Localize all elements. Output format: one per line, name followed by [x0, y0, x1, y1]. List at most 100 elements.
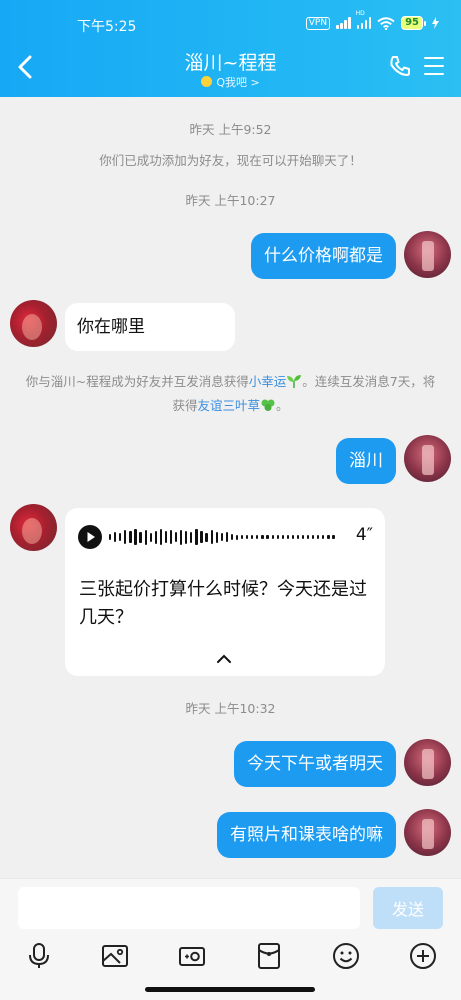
battery-icon: 95: [401, 16, 426, 30]
chat-toolbar: [0, 941, 461, 977]
waveform-bar: [164, 531, 168, 543]
status-bar: 下午5:25 VPN HD 95: [0, 10, 461, 38]
waveform-bar: [139, 531, 142, 543]
voice-duration: 4″: [355, 525, 373, 545]
waveform-bar: [225, 532, 228, 542]
waveform-bar: [307, 535, 310, 539]
plus-icon[interactable]: [408, 941, 438, 971]
phone-icon[interactable]: [388, 54, 412, 78]
battery-level: 95: [401, 16, 423, 30]
home-indicator: [145, 987, 315, 992]
menu-icon[interactable]: [424, 57, 444, 76]
charging-icon: [432, 17, 439, 29]
signal-hd-icon: HD: [356, 10, 372, 29]
message-bubble-outgoing[interactable]: 今天下午或者明天: [234, 741, 396, 787]
waveform-bar: [256, 535, 259, 539]
voice-message[interactable]: 4″ 三张起价打算什么时候？今天还是过几天？: [65, 508, 385, 676]
avatar[interactable]: [10, 504, 57, 551]
waveform-bar: [327, 535, 330, 539]
waveform-bar: [276, 535, 279, 539]
system-notice: 你们已成功添加为好友，现在可以开始聊天了！: [99, 153, 362, 168]
waveform-bar: [195, 529, 198, 545]
timestamp: 昨天 上午9:52: [189, 122, 272, 137]
waveform-bar: [129, 531, 132, 543]
waveform-bar: [266, 535, 269, 539]
waveform-bar: [185, 530, 188, 544]
smile-icon: [201, 76, 213, 87]
input-area: 发送: [0, 878, 461, 1000]
waveform-bar: [149, 532, 152, 542]
play-icon[interactable]: [78, 525, 102, 549]
lucky-link[interactable]: 小幸运: [249, 374, 287, 389]
emoji-icon[interactable]: [331, 941, 361, 971]
notice-text: 。: [276, 398, 289, 413]
waveform-bar: [291, 535, 294, 539]
wifi-icon: [377, 16, 395, 30]
waveform-bar: [205, 532, 208, 542]
waveform-bar: [235, 534, 239, 540]
waveform-bar: [271, 535, 274, 539]
waveform-bar: [124, 530, 127, 544]
waveform-bar: [200, 531, 203, 543]
avatar[interactable]: [10, 300, 57, 347]
waveform-bar: [251, 535, 254, 539]
vpn-icon: VPN: [305, 16, 331, 30]
signal-icon: [336, 17, 351, 29]
message-bubble-incoming[interactable]: 你在哪里: [65, 303, 235, 351]
message-input[interactable]: [18, 887, 360, 929]
chevron-up-icon[interactable]: [215, 653, 233, 665]
waveform-bar: [220, 533, 223, 541]
message-bubble-outgoing[interactable]: 什么价格啊都是: [251, 233, 396, 279]
clover-link[interactable]: 友谊三叶草: [197, 398, 260, 413]
waveform-bar: [159, 529, 162, 545]
message-text: 你在哪里: [77, 317, 145, 337]
subtitle-text: Q我吧 >: [216, 76, 260, 89]
waveform-bar: [119, 533, 122, 541]
hd-label: HD: [355, 10, 365, 17]
timestamp: 昨天 上午10:27: [185, 193, 276, 208]
waveform-bar: [175, 532, 178, 542]
voice-transcript: 三张起价打算什么时候？今天还是过几天？: [79, 579, 367, 628]
waveform-bar: [154, 530, 157, 544]
clover-icon: [261, 399, 275, 411]
friendship-notice: 你与淄川~程程成为好友并互发消息获得小幸运 。连续互发消息7天，将获得友谊三叶草…: [24, 370, 437, 418]
message-bubble-outgoing[interactable]: 淄川: [336, 438, 396, 484]
waveform-bar: [312, 535, 315, 539]
notice-text: 你与淄川~程程成为好友并互发消息获得: [25, 374, 249, 389]
waveform-bar: [286, 535, 289, 539]
avatar[interactable]: [404, 809, 451, 856]
send-button[interactable]: 发送: [373, 887, 443, 929]
avatar[interactable]: [404, 231, 451, 278]
voice-waveform: [109, 526, 335, 548]
waveform-bar: [261, 535, 264, 539]
waveform-bar: [190, 531, 193, 543]
waveform-bar: [180, 529, 183, 545]
waveform-bar: [114, 532, 117, 542]
waveform-bar: [144, 529, 147, 545]
waveform-bar: [332, 535, 335, 539]
waveform-bar: [317, 535, 320, 539]
timestamp: 昨天 上午10:32: [185, 701, 276, 716]
waveform-bar: [296, 535, 300, 539]
red-packet-icon[interactable]: [254, 941, 284, 971]
waveform-bar: [281, 535, 284, 539]
waveform-bar: [322, 535, 325, 539]
waveform-bar: [215, 531, 218, 543]
camera-icon[interactable]: [177, 941, 207, 971]
message-bubble-outgoing[interactable]: 有照片和课表啥的嘛: [217, 812, 396, 858]
sprout-icon: [287, 375, 302, 388]
chat-header: 下午5:25 VPN HD 95 淄川~程程 Q我吧 >: [0, 0, 461, 97]
image-icon[interactable]: [100, 941, 130, 971]
avatar[interactable]: [404, 435, 451, 482]
mic-icon[interactable]: [24, 941, 54, 971]
status-icons: VPN HD 95: [305, 10, 439, 30]
status-time: 下午5:25: [77, 19, 137, 35]
avatar[interactable]: [404, 739, 451, 786]
waveform-bar: [230, 534, 234, 540]
waveform-bar: [210, 530, 213, 544]
waveform-bar: [301, 535, 305, 539]
blur-overlay: [165, 303, 235, 351]
waveform-bar: [246, 535, 249, 539]
waveform-bar: [109, 534, 112, 540]
waveform-bar: [134, 529, 137, 545]
